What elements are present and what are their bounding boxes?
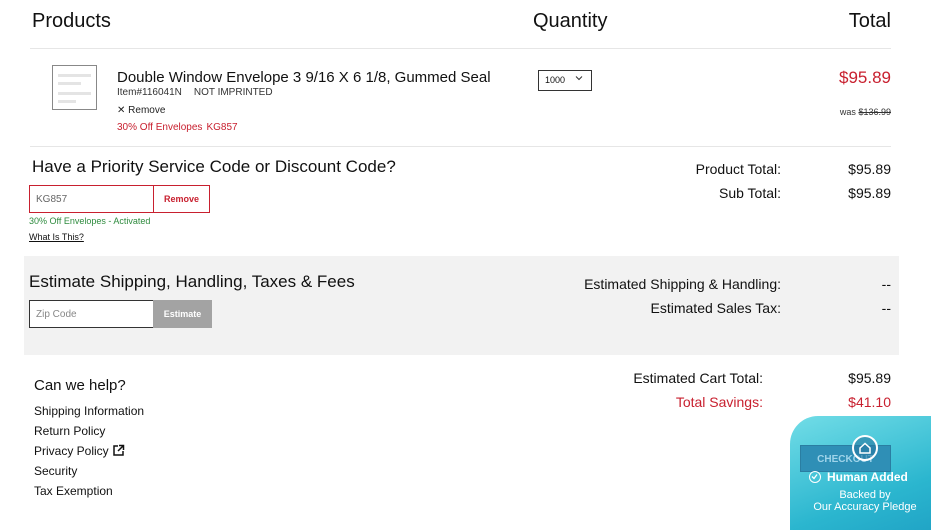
was-label: was (839, 107, 856, 117)
promo-note: 30% Off Envelopes KG857 (117, 122, 238, 133)
total-savings-value: $41.10 (848, 394, 891, 410)
shipping-handling-label: Estimated Shipping & Handling: (584, 276, 781, 292)
shipping-handling-value: -- (881, 276, 891, 292)
help-heading: Can we help? (34, 377, 126, 394)
shipping-estimate-heading: Estimate Shipping, Handling, Taxes & Fee… (29, 272, 355, 291)
privacy-policy-label: Privacy Policy (34, 444, 109, 458)
item-number: Item#116041N (117, 87, 182, 98)
privacy-policy-link[interactable]: Privacy Policy (34, 444, 125, 460)
estimate-button[interactable]: Estimate (153, 300, 212, 328)
product-total-label: Product Total: (695, 161, 781, 177)
remove-item-link[interactable]: ✕ Remove (117, 105, 165, 116)
cart-total-label: Estimated Cart Total: (633, 370, 763, 386)
total-savings-label: Total Savings: (675, 394, 763, 410)
product-thumbnail[interactable] (52, 65, 97, 110)
cart-total-value: $95.89 (848, 370, 891, 386)
promo-text: 30% Off Envelopes (117, 122, 203, 133)
quantity-column-header: Quantity (533, 10, 608, 32)
quantity-value: 1000 (545, 75, 566, 85)
quantity-select[interactable]: 1000 (538, 70, 592, 91)
was-price-line: was $136.99 (840, 107, 891, 117)
sub-total-value: $95.89 (848, 185, 891, 201)
what-is-this-link[interactable]: What Is This? (29, 232, 84, 242)
discount-code-input[interactable]: KG857 (29, 185, 154, 213)
sales-tax-value: -- (881, 300, 891, 316)
security-link[interactable]: Security (34, 464, 77, 478)
checkmark-circle-icon (809, 471, 821, 483)
item-price: $95.89 (839, 68, 891, 87)
external-link-icon (112, 444, 125, 460)
sub-total-label: Sub Total: (718, 185, 781, 201)
zip-code-input[interactable]: Zip Code (29, 300, 154, 328)
promo-code: KG857 (206, 122, 238, 133)
discount-status: 30% Off Envelopes - Activated (29, 216, 151, 226)
item-details: Item#116041N NOT IMPRINTED (117, 87, 273, 98)
product-total-value: $95.89 (848, 161, 891, 177)
badge-headline: Human Added (827, 470, 908, 484)
item-divider (30, 146, 891, 147)
sales-tax-label: Estimated Sales Tax: (650, 300, 781, 316)
badge-line-1: Backed by (839, 489, 891, 501)
house-icon (852, 435, 878, 461)
total-column-header: Total (848, 10, 891, 32)
original-price: $136.99 (858, 107, 891, 117)
shipping-information-link[interactable]: Shipping Information (34, 404, 144, 418)
discount-code-heading: Have a Priority Service Code or Discount… (32, 157, 396, 176)
product-name[interactable]: Double Window Envelope 3 9/16 X 6 1/8, G… (117, 69, 491, 86)
return-policy-link[interactable]: Return Policy (34, 424, 105, 438)
header-divider (30, 48, 891, 49)
chevron-down-icon (575, 74, 583, 84)
products-column-header: Products (32, 10, 111, 32)
badge-line-2: Our Accuracy Pledge (813, 501, 917, 513)
remove-code-button[interactable]: Remove (153, 185, 210, 213)
imprint-status: NOT IMPRINTED (193, 87, 273, 98)
tax-exemption-link[interactable]: Tax Exemption (34, 484, 113, 498)
